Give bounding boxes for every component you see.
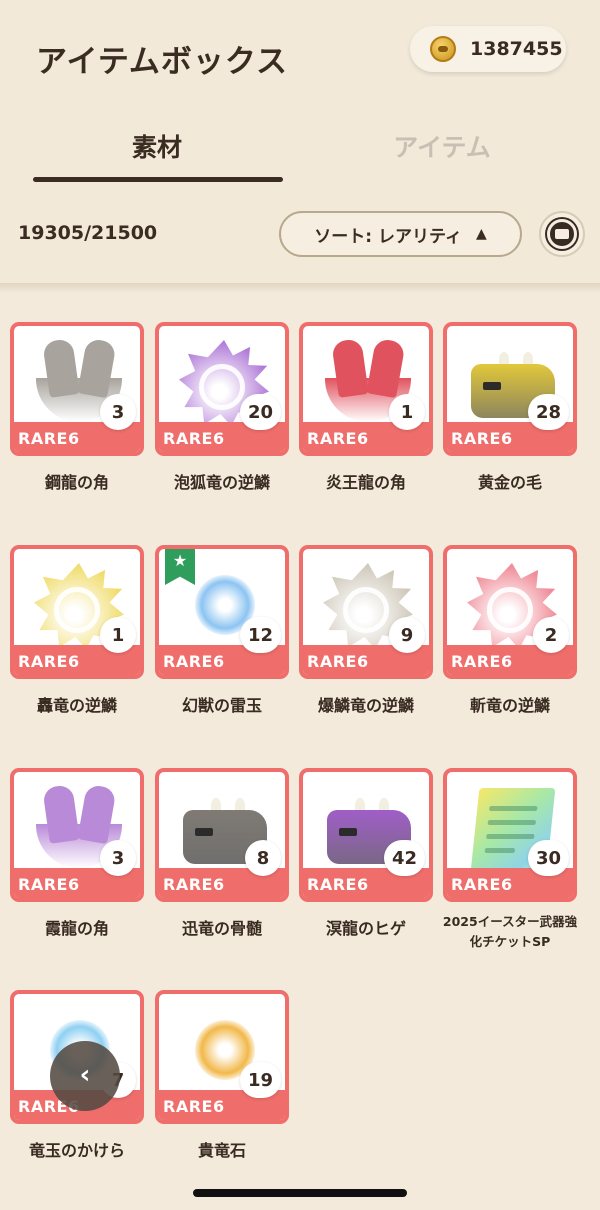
monster-filter-button[interactable] <box>539 211 585 257</box>
page-title: アイテムボックス <box>36 44 288 80</box>
item-card[interactable]: RARE6 42 <box>299 768 433 902</box>
item-cell[interactable]: ★ RARE6 12 幻獣の雷玉 <box>155 545 291 735</box>
item-cell[interactable]: RARE6 8 迅竜の骨髄 <box>155 768 291 958</box>
home-indicator <box>193 1189 407 1197</box>
item-cell[interactable]: RARE6 20 泡狐竜の逆鱗 <box>155 322 291 512</box>
item-name: 斬竜の逆鱗 <box>469 696 550 715</box>
item-cell[interactable]: RARE6 3 霞龍の角 <box>10 768 146 958</box>
active-tab-indicator <box>33 177 283 182</box>
item-card[interactable]: RARE6 9 <box>299 545 433 679</box>
rarity-label: RARE6 <box>18 429 80 448</box>
item-cell[interactable]: RARE6 9 爆鱗竜の逆鱗 <box>299 545 435 735</box>
item-count-badge: 1 <box>100 617 136 653</box>
sort-label: ソート: レアリティ <box>314 226 462 247</box>
item-name: 轟竜の逆鱗 <box>36 696 117 715</box>
item-cell[interactable]: RARE6 19 貴竜石 <box>155 990 291 1180</box>
tab-materials[interactable]: 素材 <box>32 128 282 164</box>
item-count-badge: 3 <box>100 840 136 876</box>
rarity-label: RARE6 <box>163 875 225 894</box>
item-card[interactable]: RARE6 2 <box>443 545 577 679</box>
item-cell[interactable]: RARE6 3 鋼龍の角 <box>10 322 146 512</box>
item-cell[interactable]: RARE6 42 溟龍のヒゲ <box>299 768 435 958</box>
item-count-badge: 20 <box>239 394 281 430</box>
item-card[interactable]: RARE6 20 <box>155 322 289 456</box>
rarity-label: RARE6 <box>451 652 513 671</box>
item-count-badge: 2 <box>533 617 569 653</box>
item-name: 炎王龍の角 <box>325 473 406 492</box>
rarity-label: RARE6 <box>163 652 225 671</box>
inventory-capacity: 19305/21500 <box>18 222 158 244</box>
item-count-badge: 12 <box>239 617 281 653</box>
item-name: 竜玉のかけら <box>28 1141 125 1160</box>
item-count-badge: 42 <box>383 840 425 876</box>
item-name: 迅竜の骨髄 <box>181 919 262 938</box>
item-name: 貴竜石 <box>197 1141 246 1160</box>
item-name: 霞龍の角 <box>44 919 109 938</box>
item-card[interactable]: ★ RARE6 12 <box>155 545 289 679</box>
rarity-label: RARE6 <box>307 875 369 894</box>
header-shadow <box>0 283 600 293</box>
rarity-label: RARE6 <box>163 429 225 448</box>
item-card[interactable]: RARE6 30 <box>443 768 577 902</box>
item-card[interactable]: RARE6 8 <box>155 768 289 902</box>
rarity-label: RARE6 <box>451 429 513 448</box>
rarity-label: RARE6 <box>163 1097 225 1116</box>
item-card[interactable]: RARE6 3 <box>10 322 144 456</box>
item-count-badge: 19 <box>239 1062 281 1098</box>
item-count-badge: 28 <box>527 394 569 430</box>
item-card[interactable]: RARE6 19 <box>155 990 289 1124</box>
app-header: アイテムボックス 1387455 素材 アイテム 19305/21500 ソート… <box>0 0 600 290</box>
item-name: 爆鱗竜の逆鱗 <box>317 696 414 715</box>
back-button[interactable]: ‹ <box>50 1041 120 1111</box>
item-card[interactable]: RARE6 1 <box>299 322 433 456</box>
item-name: 溟龍のヒゲ <box>325 919 406 938</box>
item-card[interactable]: RARE6 3 <box>10 768 144 902</box>
rarity-label: RARE6 <box>307 652 369 671</box>
item-card[interactable]: RARE6 1 <box>10 545 144 679</box>
currency-value: 1387455 <box>470 38 563 60</box>
item-count-badge: 1 <box>389 394 425 430</box>
rarity-label: RARE6 <box>18 652 80 671</box>
rarity-label: RARE6 <box>18 875 80 894</box>
gold-coin-icon <box>430 36 456 62</box>
item-cell[interactable]: RARE6 2 斬竜の逆鱗 <box>443 545 579 735</box>
rarity-label: RARE6 <box>307 429 369 448</box>
monster-filter-icon <box>547 219 577 249</box>
item-name: 2025イースター武器強化チケットSP <box>442 914 578 949</box>
item-count-badge: 3 <box>100 394 136 430</box>
item-cell[interactable]: RARE6 1 轟竜の逆鱗 <box>10 545 146 735</box>
sort-button[interactable]: ソート: レアリティ ▲ <box>279 211 522 257</box>
item-card[interactable]: RARE6 28 <box>443 322 577 456</box>
chevron-left-icon: ‹ <box>79 1059 91 1090</box>
item-count-badge: 8 <box>245 840 281 876</box>
item-name: 泡狐竜の逆鱗 <box>173 473 270 492</box>
item-name: 黄金の毛 <box>477 473 542 492</box>
sort-direction-icon: ▲ <box>475 226 487 242</box>
tab-items[interactable]: アイテム <box>317 128 567 164</box>
rarity-label: RARE6 <box>451 875 513 894</box>
item-name: 鋼龍の角 <box>44 473 109 492</box>
item-name: 幻獣の雷玉 <box>181 696 262 715</box>
item-cell[interactable]: RARE6 28 黄金の毛 <box>443 322 579 512</box>
item-cell[interactable]: RARE6 1 炎王龍の角 <box>299 322 435 512</box>
item-count-badge: 30 <box>527 840 569 876</box>
item-count-badge: 9 <box>389 617 425 653</box>
item-cell[interactable]: RARE6 30 2025イースター武器強化チケットSP <box>443 768 579 958</box>
currency-display[interactable]: 1387455 <box>410 26 566 72</box>
